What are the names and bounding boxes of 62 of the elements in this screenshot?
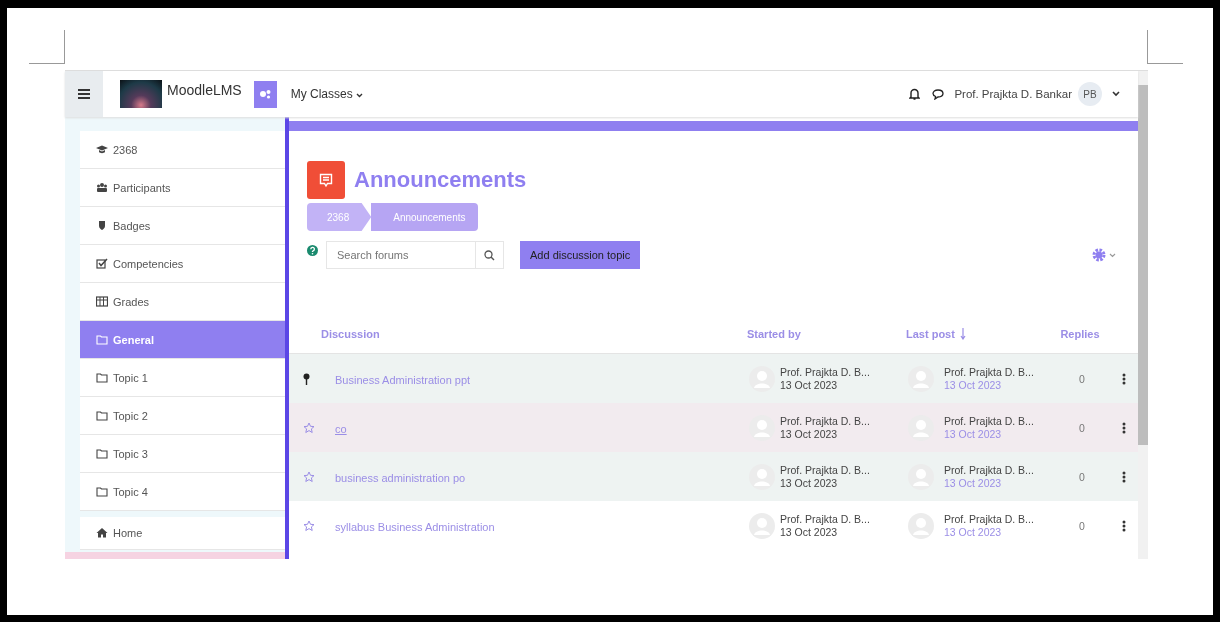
- shield-icon: [96, 220, 108, 231]
- search-icon[interactable]: [484, 249, 495, 261]
- user-name[interactable]: Prof. Prajkta D. Bankar: [954, 88, 1072, 100]
- folder-icon: [96, 410, 108, 421]
- author-name: Prof. Prajkta D. B...: [780, 463, 870, 477]
- star-icon[interactable]: [303, 421, 315, 434]
- discussion-row[interactable]: co Prof. Prajkta D. B... 13 Oct 2023 Prof. Prajkta D. B... 13 Oct 2023 0: [289, 403, 1138, 452]
- home-icon: [96, 527, 108, 539]
- author-name: Prof. Prajkta D. B...: [944, 463, 1034, 477]
- author-name: Prof. Prajkta D. B...: [780, 512, 870, 526]
- chat-icon[interactable]: [932, 88, 945, 100]
- star-icon[interactable]: [303, 470, 315, 483]
- folder-icon: [96, 372, 108, 383]
- more-options-icon[interactable]: [1122, 471, 1126, 483]
- search-button[interactable]: [476, 241, 504, 269]
- bell-icon[interactable]: [909, 88, 921, 100]
- user-avatar[interactable]: PB: [1078, 82, 1102, 106]
- cogs-icon[interactable]: [253, 80, 277, 108]
- replies-count: 0: [1079, 519, 1085, 532]
- logo-image: [120, 80, 162, 108]
- page-title: Announcements: [354, 167, 527, 193]
- help-icon[interactable]: [307, 245, 318, 256]
- menu-icon[interactable]: [65, 71, 103, 117]
- page-corner-mark: [1147, 30, 1183, 64]
- settings-icon[interactable]: [1092, 248, 1116, 262]
- post-date: 13 Oct 2023: [780, 378, 839, 392]
- replies-count: 0: [1079, 372, 1085, 385]
- post-date: 13 Oct 2023: [780, 427, 839, 441]
- star-icon[interactable]: [303, 519, 315, 532]
- more-options-icon[interactable]: [1122, 520, 1126, 532]
- replies-count: 0: [1079, 421, 1085, 434]
- graduation-cap-icon: [96, 144, 108, 155]
- forum-icon: [307, 161, 345, 199]
- discussion-row[interactable]: syllabus Business Administration Prof. Prajkta D. B... 13 Oct 2023 Prof. Prajkta D. B... 13 Oct 2023 0: [289, 501, 1138, 550]
- author-name: Prof. Prajkta D. B...: [944, 414, 1034, 428]
- users-icon: [96, 182, 108, 193]
- checkbox-icon: [96, 258, 108, 269]
- scrollbar[interactable]: [1138, 71, 1148, 559]
- chevron-down-icon[interactable]: [356, 93, 364, 98]
- folder-icon: [96, 334, 108, 345]
- author-name: Prof. Prajkta D. B...: [780, 414, 870, 428]
- my-classes-menu[interactable]: My Classes: [284, 86, 370, 102]
- author-name: Prof. Prajkta D. B...: [780, 365, 870, 379]
- replies-count: 0: [1079, 470, 1085, 483]
- folder-icon: [96, 486, 108, 497]
- brand-name[interactable]: MoodleLMS: [167, 82, 242, 98]
- discussion-row[interactable]: Business Administration ppt Prof. Prajkta D. B... 13 Oct 2023 Prof. Prajkta D. B... 13 Oct 2023 0: [289, 354, 1138, 403]
- more-options-icon[interactable]: [1122, 373, 1126, 385]
- discussion-row[interactable]: business administration po Prof. Prajkta D. B... 13 Oct 2023 Prof. Prajkta D. B... 13 Oct 2023 0: [289, 452, 1138, 501]
- table-icon: [96, 296, 108, 307]
- post-date: 13 Oct 2023: [780, 525, 839, 539]
- add-discussion-button[interactable]: Add discussion topic: [520, 241, 641, 269]
- page-corner-mark: [29, 30, 65, 64]
- author-name: Prof. Prajkta D. B...: [944, 365, 1034, 379]
- post-date: 13 Oct 2023: [780, 476, 839, 490]
- author-name: Prof. Prajkta D. B...: [944, 512, 1034, 526]
- search-field[interactable]: Search forums: [326, 241, 476, 269]
- folder-icon: [96, 448, 108, 459]
- more-options-icon[interactable]: [1122, 422, 1126, 434]
- sort-down-icon[interactable]: [959, 328, 966, 340]
- sidebar-item[interactable]: Home: [80, 517, 285, 550]
- chevron-down-icon[interactable]: [1112, 91, 1120, 97]
